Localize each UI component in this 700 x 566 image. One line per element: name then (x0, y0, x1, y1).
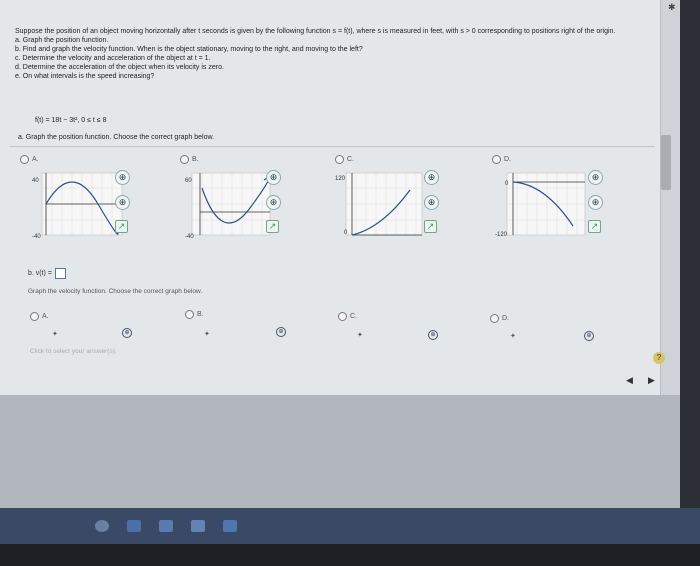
zoom-in-icon[interactable]: ⊕ (122, 328, 132, 338)
taskbar-app-icon[interactable] (159, 520, 173, 532)
graph-c-tools: ⊕ ⊕ ↗ (424, 170, 439, 233)
radio-circle[interactable] (180, 155, 189, 164)
radio-circle[interactable] (20, 155, 29, 164)
zoom-out-icon[interactable]: ⊕ (424, 195, 439, 210)
start-icon[interactable] (95, 520, 109, 532)
velocity-option-d-label: D. (502, 315, 509, 322)
option-b-radio[interactable]: B. (180, 155, 199, 164)
velocity-prompt: b. v(t) = (28, 270, 52, 277)
zoom-in-icon[interactable]: ⊕ (424, 170, 439, 185)
radio-circle[interactable] (335, 155, 344, 164)
velocity-option-c-label: C. (350, 313, 357, 320)
radio-circle[interactable] (30, 312, 39, 321)
y-top-label: 60 (185, 178, 192, 184)
graph-option-b[interactable]: 60 -40 (180, 168, 280, 248)
option-d-radio[interactable]: D. (492, 155, 511, 164)
zoom-in-icon[interactable]: ⊕ (266, 170, 281, 185)
velocity-question: b. v(t) = (28, 268, 66, 279)
velocity-answer-input[interactable] (54, 268, 66, 279)
radio-circle[interactable] (185, 310, 194, 319)
y-bottom-label: -120 (495, 232, 508, 238)
graph-d-tools: ⊕ ⊕ ↗ (588, 170, 603, 233)
monitor-bezel (0, 544, 700, 566)
problem-statement: Suppose the position of an object moving… (15, 27, 655, 81)
external-link-icon[interactable]: ↗ (266, 220, 279, 233)
taskbar (0, 508, 700, 544)
axis-arrow-icon: ✦ (52, 331, 58, 338)
divider (10, 146, 655, 147)
velocity-graph-prompt: Graph the velocity function. Choose the … (28, 288, 203, 295)
radio-circle[interactable] (492, 155, 501, 164)
axis-arrow-icon: ✦ (204, 331, 210, 338)
velocity-option-b[interactable]: B. (185, 310, 204, 319)
external-link-icon[interactable]: ↗ (115, 220, 128, 233)
settings-icon[interactable]: ✱ (668, 2, 676, 13)
zoom-out-icon[interactable]: ⊕ (266, 195, 281, 210)
taskbar-app-icon[interactable] (127, 520, 141, 532)
scrollbar[interactable] (661, 135, 671, 190)
velocity-option-c[interactable]: C. (338, 312, 357, 321)
y-top-label: 120 (335, 176, 346, 182)
graph-a-tools: ⊕ ⊕ ↗ (115, 170, 130, 233)
taskbar-app-icon[interactable] (223, 520, 237, 532)
external-link-icon[interactable]: ↗ (588, 220, 601, 233)
option-d-label: D. (504, 156, 511, 163)
graph-option-d[interactable]: 0 -120 (495, 168, 595, 248)
problem-part-e: e. On what intervals is the speed increa… (15, 73, 155, 80)
taskbar-app-icon[interactable] (191, 520, 205, 532)
y-top-label: 40 (32, 178, 39, 184)
velocity-option-a[interactable]: A. (30, 312, 49, 321)
option-c-radio[interactable]: C. (335, 155, 354, 164)
problem-part-b: b. Find and graph the velocity function.… (15, 46, 363, 53)
option-b-label: B. (192, 156, 199, 163)
zoom-in-icon[interactable]: ⊕ (588, 170, 603, 185)
screen: ✱ Suppose the position of an object movi… (0, 0, 680, 515)
option-a-radio[interactable]: A. (20, 155, 39, 164)
problem-part-a: a. Graph the position function. (15, 37, 109, 44)
problem-part-c: c. Determine the velocity and accelerati… (15, 55, 211, 62)
radio-circle[interactable] (338, 312, 347, 321)
y-bottom-label: -40 (185, 234, 194, 240)
zoom-in-icon[interactable]: ⊕ (428, 330, 438, 340)
axis-arrow-icon: ✦ (357, 332, 363, 339)
velocity-option-d[interactable]: D. (490, 314, 509, 323)
select-answer-hint: Click to select your answer(s). (30, 348, 117, 355)
graph-b-tools: ⊕ ⊕ ↗ (266, 170, 281, 233)
y-bottom-label: -40 (32, 234, 41, 240)
next-button[interactable]: ▶ (648, 375, 655, 386)
external-link-icon[interactable]: ↗ (424, 220, 437, 233)
question-panel: ✱ Suppose the position of an object movi… (0, 0, 676, 395)
zoom-in-icon[interactable]: ⊕ (115, 170, 130, 185)
zoom-in-icon[interactable]: ⊕ (276, 327, 286, 337)
problem-intro: Suppose the position of an object moving… (15, 28, 616, 35)
zoom-in-icon[interactable]: ⊕ (584, 331, 594, 341)
problem-part-d: d. Determine the acceleration of the obj… (15, 64, 224, 71)
option-c-label: C. (347, 156, 354, 163)
empty-area (0, 395, 680, 515)
help-button[interactable]: ? (653, 352, 665, 364)
graph-option-c[interactable]: 120 0 (332, 168, 432, 248)
velocity-option-b-label: B. (197, 311, 204, 318)
part-a-prompt: a. Graph the position function. Choose t… (18, 134, 215, 141)
function-definition: f(t) = 18t − 3t², 0 ≤ t ≤ 8 (35, 117, 107, 124)
axis-arrow-icon: ✦ (510, 333, 516, 340)
previous-button[interactable]: ◀ (626, 375, 633, 386)
radio-circle[interactable] (490, 314, 499, 323)
zoom-out-icon[interactable]: ⊕ (115, 195, 130, 210)
option-a-label: A. (32, 156, 39, 163)
zoom-out-icon[interactable]: ⊕ (588, 195, 603, 210)
velocity-option-a-label: A. (42, 313, 49, 320)
